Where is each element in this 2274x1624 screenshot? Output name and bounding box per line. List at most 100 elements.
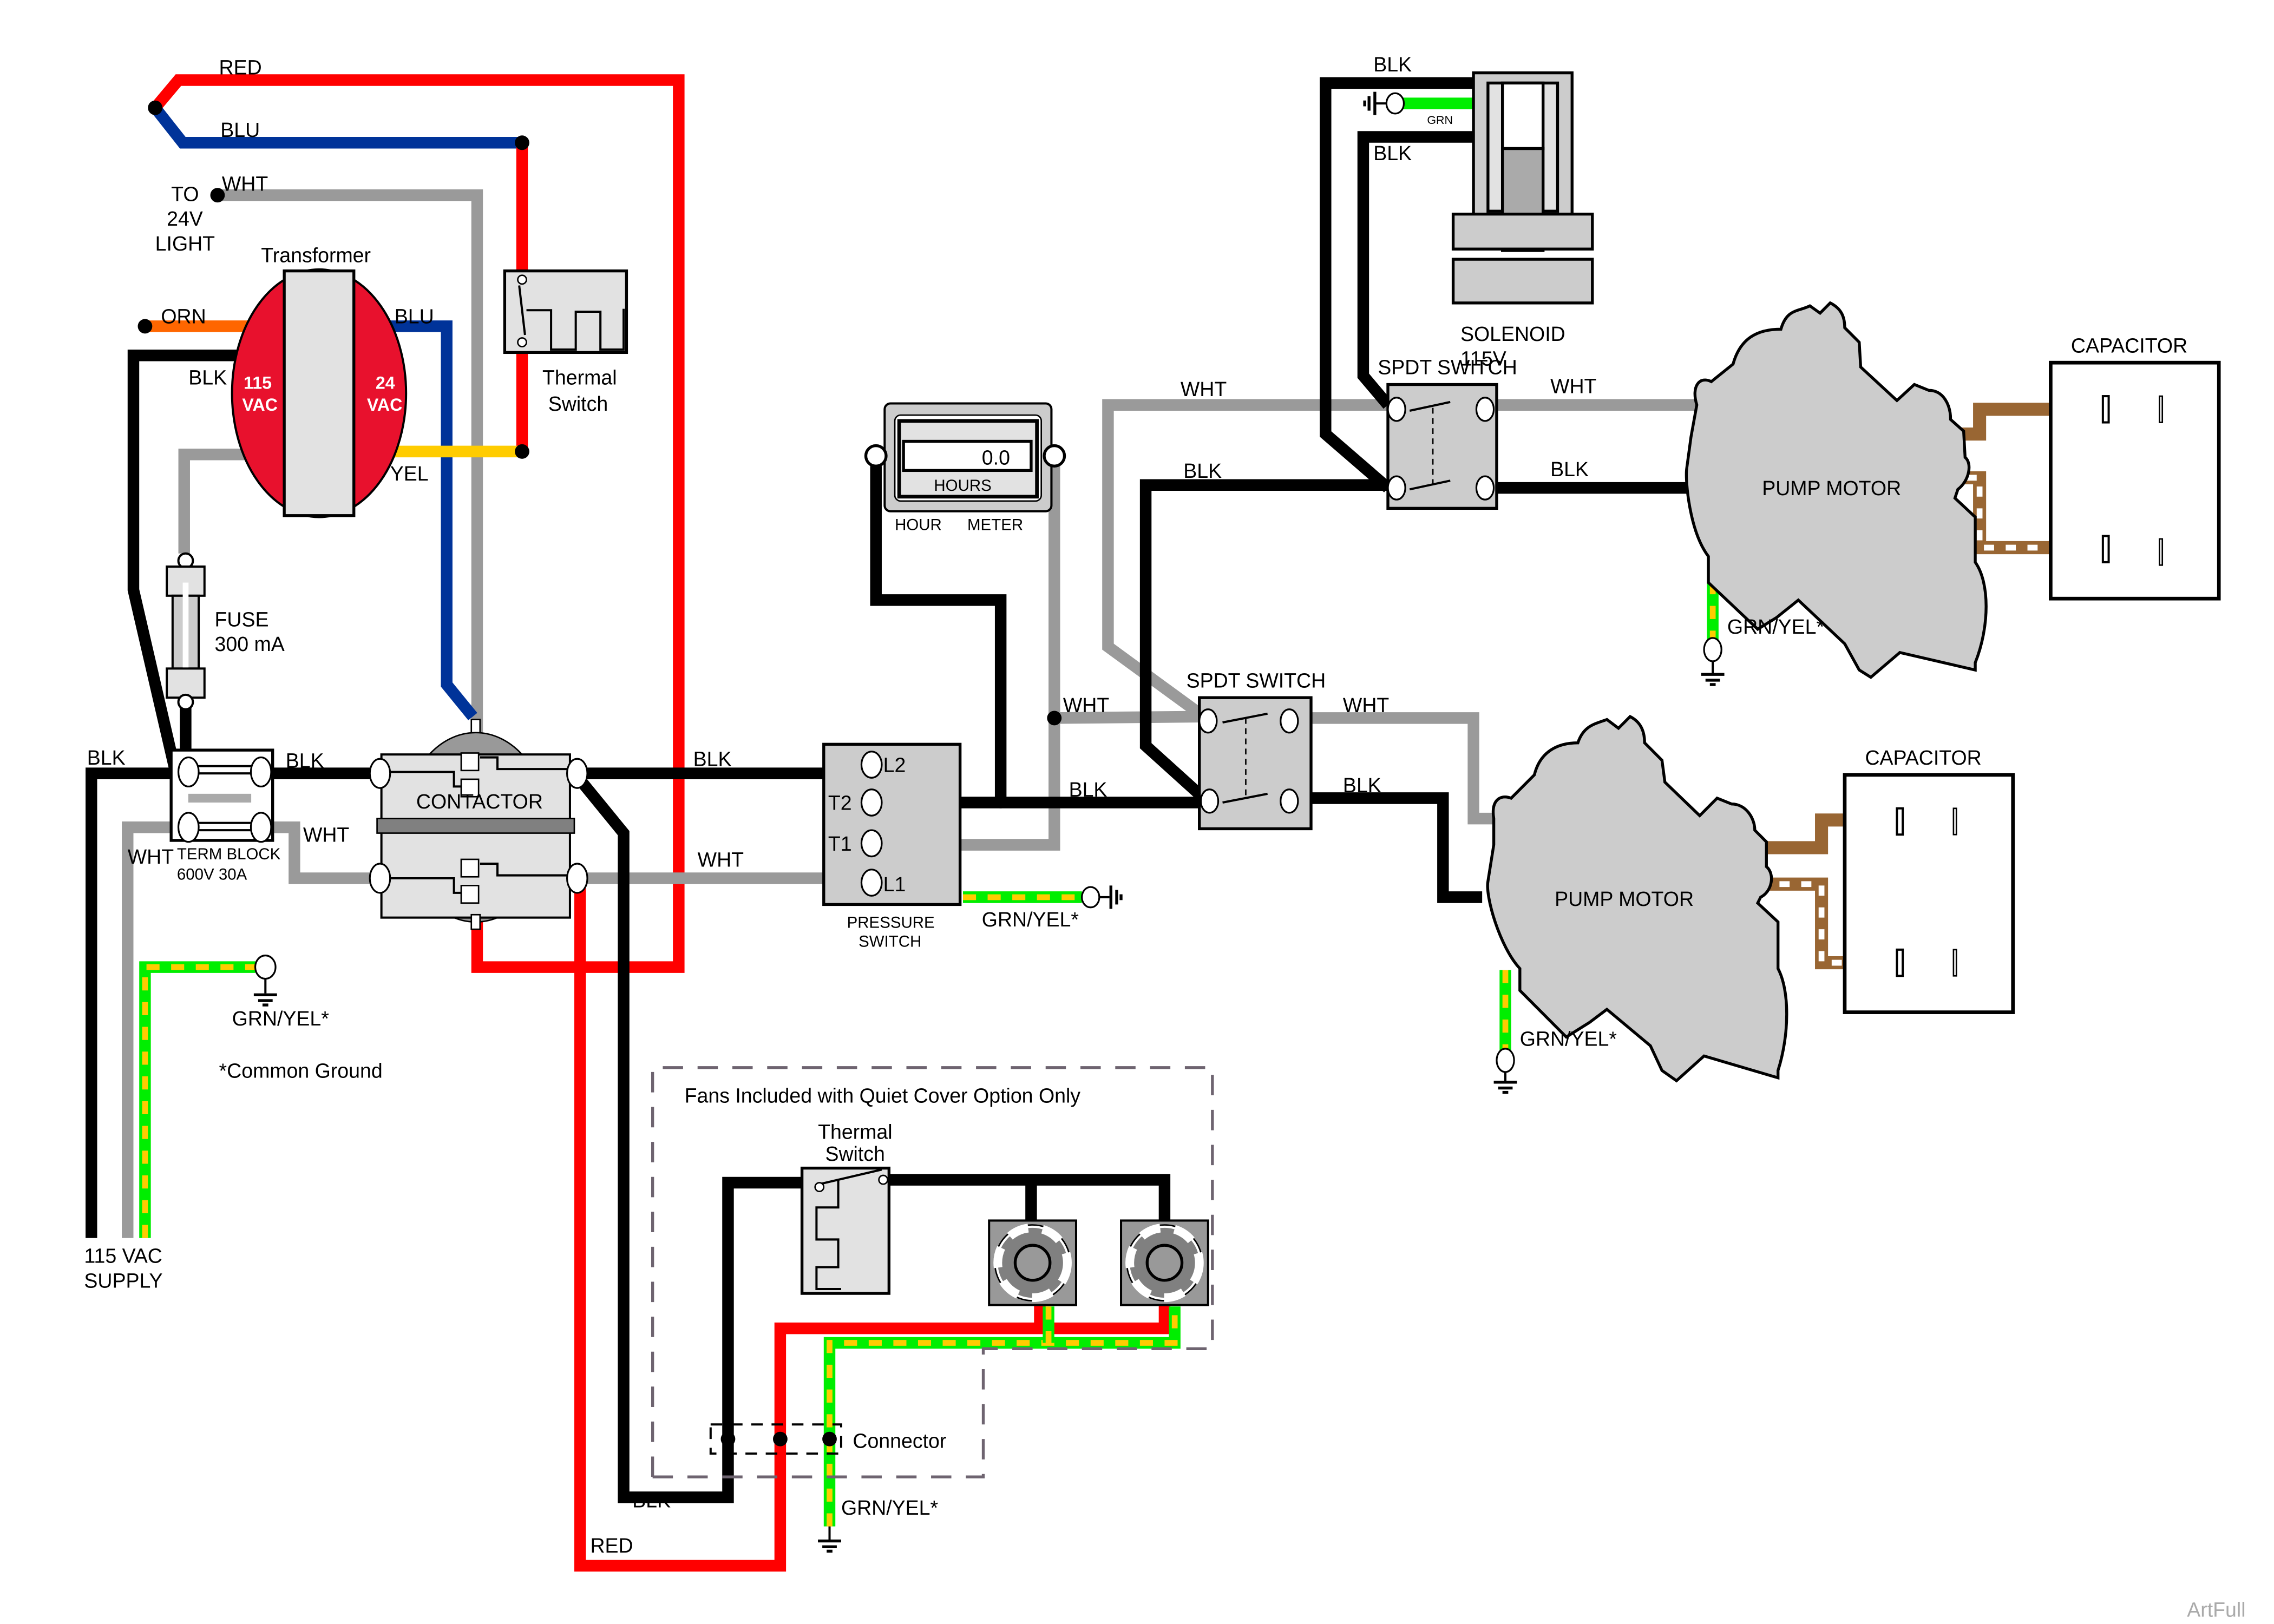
wire-label: BLK xyxy=(1069,778,1107,801)
screw-icon xyxy=(369,758,391,789)
wire-label: GRN/YEL* xyxy=(982,908,1079,931)
screw-icon xyxy=(369,863,391,894)
contact-point xyxy=(517,337,527,347)
capacitor-body xyxy=(1843,773,2015,1014)
transformer-primary-unit: VAC xyxy=(242,395,277,415)
wire-red-contactor-fan xyxy=(574,883,787,1572)
capacitor-label: CAPACITOR xyxy=(2071,334,2187,357)
wire-label: WHT xyxy=(1181,378,1227,400)
wire-blu-top xyxy=(150,104,522,149)
screw-icon xyxy=(1703,637,1722,662)
common-ground-note: *Common Ground xyxy=(219,1060,383,1082)
hour-meter-label-right: METER xyxy=(967,516,1023,534)
wire-label: BLK xyxy=(87,746,126,769)
wire-label: WHT xyxy=(222,173,268,195)
capacitor-body xyxy=(2049,360,2221,601)
contact-point xyxy=(878,1174,889,1185)
wire-label: WHT xyxy=(1550,375,1596,398)
light-label-2: 24V xyxy=(167,207,203,230)
fan-thermal-label-1: Thermal xyxy=(818,1121,893,1143)
spdt-switch-lower[interactable]: SPDT SWITCH xyxy=(1187,669,1326,831)
term-block-bar xyxy=(192,765,258,775)
contactor-divider xyxy=(376,818,575,834)
wire-label: GRN/YEL* xyxy=(232,1007,330,1030)
fan-hub xyxy=(1013,1244,1052,1282)
capacitor-terminal xyxy=(1896,807,1904,836)
capacitor-terminal xyxy=(2159,395,2164,423)
fuse-label: FUSE xyxy=(215,608,269,630)
screw-icon xyxy=(1475,475,1495,501)
ground-motor-upper xyxy=(1701,637,1725,686)
capacitor-upper: CAPACITOR xyxy=(2049,334,2221,601)
contactor-label: CONTACTOR xyxy=(416,790,543,813)
screw-icon xyxy=(177,756,200,788)
wire-red-fan-bus xyxy=(774,1303,1171,1442)
wire-wht-junction-spdt xyxy=(1054,711,1204,724)
screw-icon xyxy=(1280,708,1299,734)
hour-meter-display xyxy=(902,439,1033,472)
fuse-element xyxy=(182,582,189,682)
screw-icon xyxy=(254,954,277,980)
wire-wht-fuse xyxy=(178,448,253,554)
solenoid-bore xyxy=(1500,81,1545,150)
wire-label: BLK xyxy=(1373,53,1412,76)
screw-icon xyxy=(1496,1048,1515,1073)
term-block-rating: 600V 30A xyxy=(177,866,247,884)
contactor-coil-terminal xyxy=(470,913,481,930)
pump-motor-label: PUMP MOTOR xyxy=(1555,887,1694,910)
junction-dot xyxy=(148,100,163,115)
wire-label: ORN xyxy=(161,305,206,327)
capacitor-terminal xyxy=(1952,949,1957,977)
solenoid-valve-body xyxy=(1451,212,1594,251)
wire-label: WHT xyxy=(698,848,744,871)
wire-label: BLK xyxy=(286,749,324,772)
transformer-label: Transformer xyxy=(261,244,371,266)
capacitor-terminal xyxy=(2101,535,2110,563)
solenoid-valve-base xyxy=(1451,258,1594,305)
capacitor-terminal xyxy=(1896,948,1904,977)
wire-label: GRN xyxy=(1427,114,1453,127)
screw-icon xyxy=(1475,397,1495,422)
transformer-core xyxy=(283,269,356,517)
wire-label: GRN/YEL* xyxy=(841,1496,939,1519)
ground-motor-lower xyxy=(1493,1048,1517,1094)
fan-icon xyxy=(1120,1219,1209,1306)
wire-label: BLU xyxy=(220,119,260,141)
pump-motor-label: PUMP MOTOR xyxy=(1762,477,1901,499)
fuse-rating: 300 mA xyxy=(215,633,285,655)
spdt-switch-upper[interactable]: SPDT SWITCH xyxy=(1378,356,1517,510)
wire-label: BLK xyxy=(1183,459,1222,482)
solenoid: SOLENOID 115V xyxy=(1363,71,1594,370)
pressure-switch: L2 T2 T1 L1 PRESSURE SWITCH xyxy=(822,742,962,950)
connector-pin xyxy=(720,1431,736,1447)
wire-grnyel-fan xyxy=(823,1306,1181,1527)
capacitor-label: CAPACITOR xyxy=(1865,746,1981,769)
spdt-switch-label: SPDT SWITCH xyxy=(1378,356,1517,379)
wire-blk-spdt2-motor xyxy=(1299,792,1483,903)
junction-dot xyxy=(994,797,1007,808)
term-block: TERM BLOCK 600V 30A xyxy=(169,748,281,884)
terminal-t2: T2 xyxy=(828,791,852,814)
capacitor-terminal xyxy=(1952,807,1957,836)
term-block-bar xyxy=(192,821,258,832)
watermark: ArtFull xyxy=(2187,1598,2245,1621)
fuse-end xyxy=(177,693,194,711)
screw-icon xyxy=(250,756,272,788)
wire-wht-supply xyxy=(122,821,181,1238)
contact-point xyxy=(814,1182,825,1192)
pressure-switch-label-1: PRESSURE xyxy=(847,913,935,931)
transformer: Transformer 115 VAC 24 VAC xyxy=(231,244,408,518)
wire-label: WHT xyxy=(128,845,174,868)
fuse-cap-bottom xyxy=(166,667,206,699)
pump-motor-lower: PUMP MOTOR xyxy=(1486,714,1788,1083)
contact-point xyxy=(517,274,527,285)
fan-thermal-label-2: Switch xyxy=(825,1142,884,1165)
wiring-diagram: Transformer 115 VAC 24 VAC Thermal Switc… xyxy=(84,53,2245,1621)
supply-label-1: 115 VAC xyxy=(84,1244,162,1267)
screw-icon xyxy=(1387,397,1406,422)
screw-icon xyxy=(860,829,883,858)
thermal-switch-label-2: Switch xyxy=(548,392,608,415)
screw-icon xyxy=(1387,475,1406,501)
contact-point xyxy=(460,885,480,904)
fan-option-area: Fans Included with Quiet Cover Option On… xyxy=(651,1066,1214,1478)
